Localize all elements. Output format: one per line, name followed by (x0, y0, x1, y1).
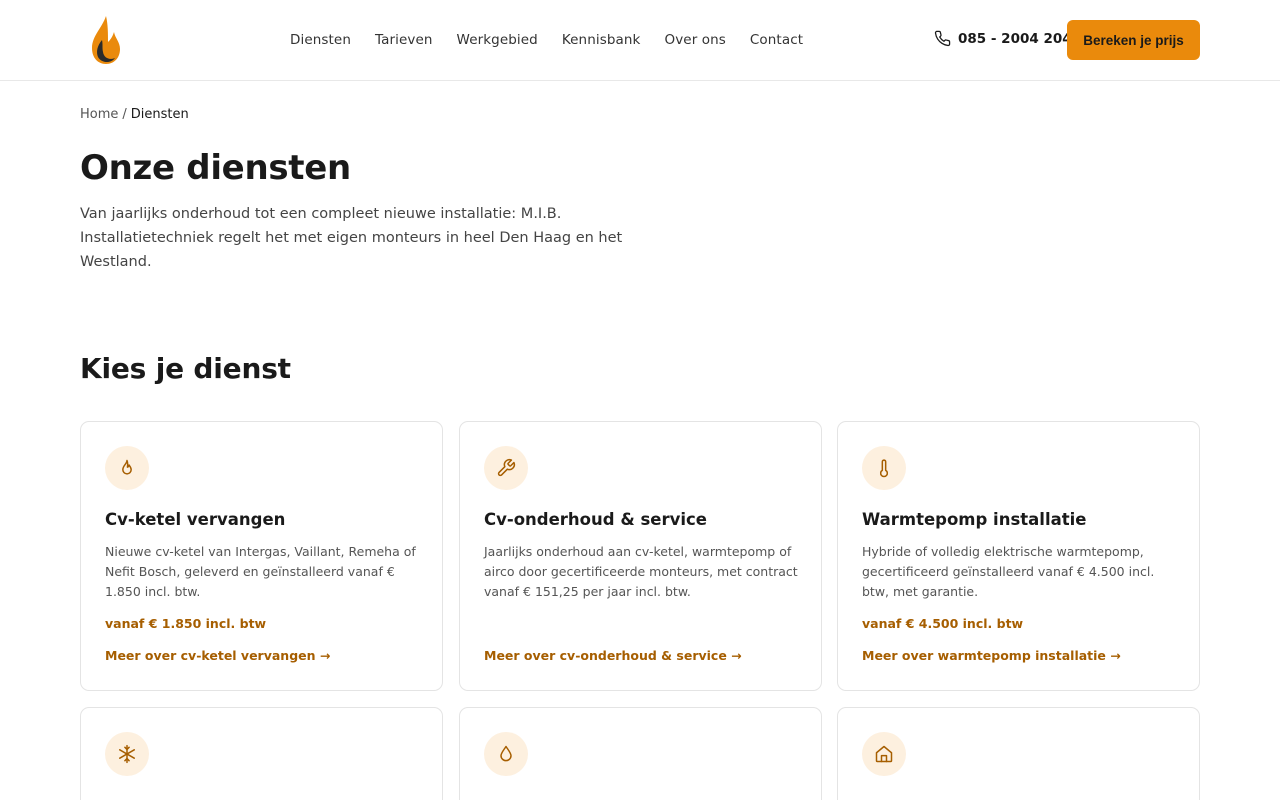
service-card-description: Jaarlijks onderhoud aan cv-ketel, warmte… (484, 544, 798, 599)
service-card-title: Cv-ketel vervangen (105, 510, 286, 529)
breadcrumb: Home / Diensten (80, 107, 189, 122)
service-icon-wrapper (105, 732, 149, 776)
site-header: Diensten Tarieven Werkgebied Kennisbank … (0, 0, 1280, 81)
service-card-title: Cv-onderhoud & service (484, 510, 707, 529)
logo-flame-icon[interactable] (84, 14, 124, 66)
service-card-title: Warmtepomp installatie (862, 510, 1087, 529)
page-title: Onze diensten (80, 148, 351, 188)
droplet-icon (500, 745, 512, 762)
wrench-icon (497, 458, 516, 477)
breadcrumb-separator: / (122, 107, 127, 122)
house-icon (875, 745, 893, 763)
flame-icon (122, 459, 132, 475)
nav-link-werkgebied[interactable]: Werkgebied (457, 32, 538, 48)
breadcrumb-current: Diensten (130, 107, 189, 122)
service-card-link[interactable]: Meer over warmtepomp installatie → (862, 648, 1121, 663)
service-card-link[interactable]: Meer over cv-onderhoud & service → (484, 648, 742, 663)
service-card-warmtepomp[interactable]: Warmtepomp installatie Hybride of volled… (837, 421, 1200, 691)
phone-link[interactable]: 085 - 2004 204 (934, 30, 1072, 47)
service-card-link[interactable]: Meer over cv-ketel vervangen → (105, 648, 330, 663)
page-intro: Van jaarlijks onderhoud tot een compleet… (80, 206, 623, 270)
calculate-price-button[interactable]: Bereken je prijs (1067, 20, 1200, 60)
service-icon-wrapper (484, 732, 528, 776)
service-icon-wrapper (862, 732, 906, 776)
service-card-airco[interactable] (80, 707, 443, 800)
phone-icon (934, 30, 951, 47)
service-card-price: vanaf € 4.500 incl. btw (862, 616, 1024, 631)
thermometer-icon (879, 459, 889, 478)
service-icon-wrapper (105, 446, 149, 490)
service-icon-wrapper (862, 446, 906, 490)
phone-number: 085 - 2004 204 (958, 30, 1072, 47)
services-section-title: Kies je dienst (80, 352, 291, 385)
main-nav: Diensten Tarieven Werkgebied Kennisbank … (278, 0, 815, 80)
service-card-water[interactable] (459, 707, 822, 800)
service-card-description: Nieuwe cv-ketel van Intergas, Vaillant, … (105, 544, 416, 599)
service-icon-wrapper (484, 446, 528, 490)
service-card-price: vanaf € 1.850 incl. btw (105, 616, 267, 631)
service-card-cv-onderhoud[interactable]: Cv-onderhoud & service Jaarlijks onderho… (459, 421, 822, 691)
breadcrumb-home-link[interactable]: Home (80, 107, 118, 122)
service-card-cv-ketel[interactable]: Cv-ketel vervangen Nieuwe cv-ketel van I… (80, 421, 443, 691)
service-card-house[interactable] (837, 707, 1200, 800)
nav-link-tarieven[interactable]: Tarieven (375, 32, 433, 48)
nav-link-kennisbank[interactable]: Kennisbank (562, 32, 641, 48)
service-card-description: Hybride of volledig elektrische warmtepo… (862, 544, 1155, 599)
snowflake-icon (118, 744, 136, 764)
nav-link-over-ons[interactable]: Over ons (664, 32, 725, 48)
nav-link-contact[interactable]: Contact (750, 32, 803, 48)
nav-link-diensten[interactable]: Diensten (290, 32, 351, 48)
